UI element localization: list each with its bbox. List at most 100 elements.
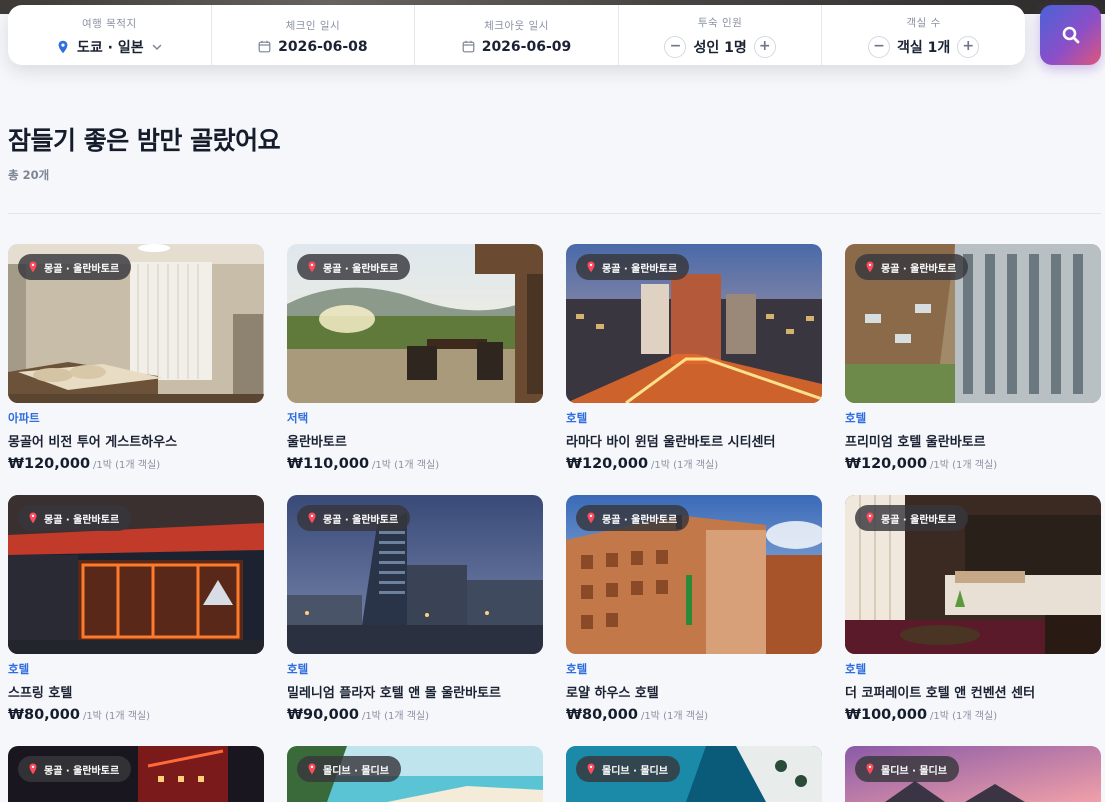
listing-card[interactable]: 몽골 · 울란바토르 bbox=[8, 746, 264, 802]
property-type: 호텔 bbox=[845, 662, 867, 676]
property-type: 호텔 bbox=[8, 662, 30, 676]
guests-label: 투숙 인원 bbox=[697, 16, 743, 29]
location-text: 몽골 · 울란바토르 bbox=[602, 263, 678, 275]
property-type: 호텔 bbox=[566, 662, 588, 676]
price-unit: /1박 (1개 객실) bbox=[82, 711, 151, 722]
location-badge: 몽골 · 울란바토르 bbox=[576, 505, 690, 531]
listing-photo: 몽골 · 울란바토르 bbox=[8, 746, 264, 802]
property-name[interactable]: 스프링 호텔 bbox=[8, 682, 264, 701]
checkout-field[interactable]: 체크아웃 일시 2026-06-09 bbox=[415, 5, 619, 65]
checkin-label: 체크인 일시 bbox=[285, 19, 341, 32]
rooms-field: 객실 수 − 객실 1개 + bbox=[822, 5, 1025, 65]
property-type: 호텔 bbox=[845, 411, 867, 425]
search-icon bbox=[1062, 26, 1079, 44]
price-unit: /1박 (1개 객실) bbox=[930, 460, 998, 471]
location-badge: 몽골 · 울란바토르 bbox=[855, 254, 969, 280]
property-name[interactable]: 프리미엄 호텔 울란바토르 bbox=[845, 431, 1101, 450]
listing-photo: 몽골 · 울란바토르 bbox=[8, 244, 264, 403]
guests-value: 성인 1명 bbox=[693, 39, 747, 56]
price: ₩120,000 bbox=[845, 456, 928, 472]
listing-card[interactable]: 몽골 · 울란바토르 호텔 라마다 바이 윈덤 울란바토르 시티센터 ₩120,… bbox=[566, 244, 822, 472]
listing-photo: 몰디브 · 몰디브 bbox=[566, 746, 822, 802]
location-text: 몽골 · 울란바토르 bbox=[44, 263, 120, 275]
property-type: 아파트 bbox=[8, 411, 40, 425]
rooms-decrease-button[interactable]: − bbox=[868, 35, 891, 58]
listing-card[interactable]: 몽골 · 울란바토르 호텔 스프링 호텔 ₩80,000/1박 (1개 객실) bbox=[8, 495, 264, 723]
checkin-field[interactable]: 체크인 일시 2026-06-08 bbox=[212, 5, 416, 65]
guests-increase-button[interactable]: + bbox=[753, 35, 776, 58]
location-text: 몽골 · 울란바토르 bbox=[44, 765, 120, 777]
location-text: 몽골 · 울란바토르 bbox=[602, 514, 678, 526]
location-badge: 몽골 · 울란바토르 bbox=[576, 254, 690, 280]
location-pin-icon bbox=[587, 763, 595, 775]
destination-label: 여행 목적지 bbox=[81, 17, 137, 30]
location-pin-icon bbox=[29, 261, 37, 273]
property-type: 호텔 bbox=[287, 662, 309, 676]
location-pin-icon bbox=[866, 512, 874, 524]
price: ₩80,000 bbox=[8, 707, 80, 723]
checkout-label: 체크아웃 일시 bbox=[484, 19, 549, 32]
price: ₩90,000 bbox=[287, 707, 359, 723]
page-title: 잠들기 좋은 밤만 골랐어요 bbox=[8, 126, 281, 155]
property-name[interactable]: 더 코퍼레이트 호텔 앤 컨벤션 센터 bbox=[845, 682, 1101, 701]
price-unit: /1박 (1개 객실) bbox=[93, 460, 161, 471]
property-name[interactable]: 울란바토르 bbox=[287, 431, 543, 450]
price: ₩110,000 bbox=[287, 456, 370, 472]
listing-photo: 몽골 · 울란바토르 bbox=[8, 495, 264, 654]
listing-photo: 몰디브 · 몰디브 bbox=[845, 746, 1101, 802]
location-pin-icon bbox=[58, 40, 68, 53]
price-unit: /1박 (1개 객실) bbox=[930, 711, 998, 722]
listing-card[interactable]: 몽골 · 울란바토르 아파트 몽골어 비전 투어 게스트하우스 ₩120,000… bbox=[8, 244, 264, 472]
location-badge: 몽골 · 울란바토르 bbox=[18, 756, 132, 782]
calendar-icon bbox=[258, 40, 271, 53]
rooms-label: 객실 수 bbox=[906, 16, 941, 29]
destination-field[interactable]: 여행 목적지 도쿄 · 일본 bbox=[8, 5, 212, 65]
listing-card[interactable]: 몰디브 · 몰디브 bbox=[845, 746, 1101, 802]
listing-card[interactable]: 몽골 · 울란바토르 호텔 프리미엄 호텔 울란바토르 ₩120,000/1박 … bbox=[845, 244, 1101, 472]
location-text: 몰디브 · 몰디브 bbox=[602, 765, 668, 777]
price-unit: /1박 (1개 객실) bbox=[640, 711, 709, 722]
listing-card[interactable]: 몽골 · 울란바토르 호텔 더 코퍼레이트 호텔 앤 컨벤션 센터 ₩100,0… bbox=[845, 495, 1101, 723]
price-unit: /1박 (1개 객실) bbox=[361, 711, 430, 722]
location-pin-icon bbox=[29, 512, 37, 524]
location-pin-icon bbox=[308, 512, 316, 524]
checkin-value: 2026-06-08 bbox=[278, 38, 368, 55]
location-badge: 몽골 · 울란바토르 bbox=[297, 505, 411, 531]
location-pin-icon bbox=[308, 763, 316, 775]
destination-value: 도쿄 · 일본 bbox=[77, 39, 144, 56]
location-badge: 몽골 · 울란바토르 bbox=[297, 254, 411, 280]
location-text: 몽골 · 울란바토르 bbox=[881, 514, 957, 526]
guests-decrease-button[interactable]: − bbox=[664, 35, 687, 58]
listing-card[interactable]: 몽골 · 울란바토르 저택 울란바토르 ₩110,000/1박 (1개 객실) bbox=[287, 244, 543, 472]
location-pin-icon bbox=[587, 261, 595, 273]
property-name[interactable]: 밀레니엄 플라자 호텔 앤 몰 울란바토르 bbox=[287, 682, 543, 701]
rooms-value: 객실 1개 bbox=[897, 39, 951, 56]
search-button[interactable] bbox=[1040, 5, 1101, 65]
listing-photo: 몽골 · 울란바토르 bbox=[287, 495, 543, 654]
property-name[interactable]: 라마다 바이 윈덤 울란바토르 시티센터 bbox=[566, 431, 822, 450]
property-name[interactable]: 몽골어 비전 투어 게스트하우스 bbox=[8, 431, 264, 450]
location-text: 몽골 · 울란바토르 bbox=[323, 514, 399, 526]
location-text: 몽골 · 울란바토르 bbox=[881, 263, 957, 275]
divider bbox=[8, 213, 1101, 214]
listing-card[interactable]: 몽골 · 울란바토르 호텔 로얄 하우스 호텔 ₩80,000/1박 (1개 객… bbox=[566, 495, 822, 723]
property-type: 저택 bbox=[287, 411, 309, 425]
listing-card[interactable]: 몰디브 · 몰디브 bbox=[287, 746, 543, 802]
result-count: 총 20개 bbox=[8, 168, 50, 182]
rooms-increase-button[interactable]: + bbox=[957, 35, 980, 58]
listing-photo: 몽골 · 울란바토르 bbox=[845, 495, 1101, 654]
listing-photo: 몽골 · 울란바토르 bbox=[566, 244, 822, 403]
property-name[interactable]: 로얄 하우스 호텔 bbox=[566, 682, 822, 701]
listing-card[interactable]: 몽골 · 울란바토르 호텔 밀레니엄 플라자 호텔 앤 몰 울란바토르 ₩90,… bbox=[287, 495, 543, 723]
price: ₩80,000 bbox=[566, 707, 638, 723]
chevron-down-icon[interactable] bbox=[151, 41, 163, 53]
price: ₩100,000 bbox=[845, 707, 928, 723]
listing-photo: 몽골 · 울란바토르 bbox=[566, 495, 822, 654]
location-text: 몽골 · 울란바토르 bbox=[323, 263, 399, 275]
property-type: 호텔 bbox=[566, 411, 588, 425]
listing-card[interactable]: 몰디브 · 몰디브 bbox=[566, 746, 822, 802]
location-badge: 몰디브 · 몰디브 bbox=[297, 756, 401, 782]
location-pin-icon bbox=[29, 763, 37, 775]
price-unit: /1박 (1개 객실) bbox=[372, 460, 440, 471]
checkout-value: 2026-06-09 bbox=[481, 38, 572, 55]
